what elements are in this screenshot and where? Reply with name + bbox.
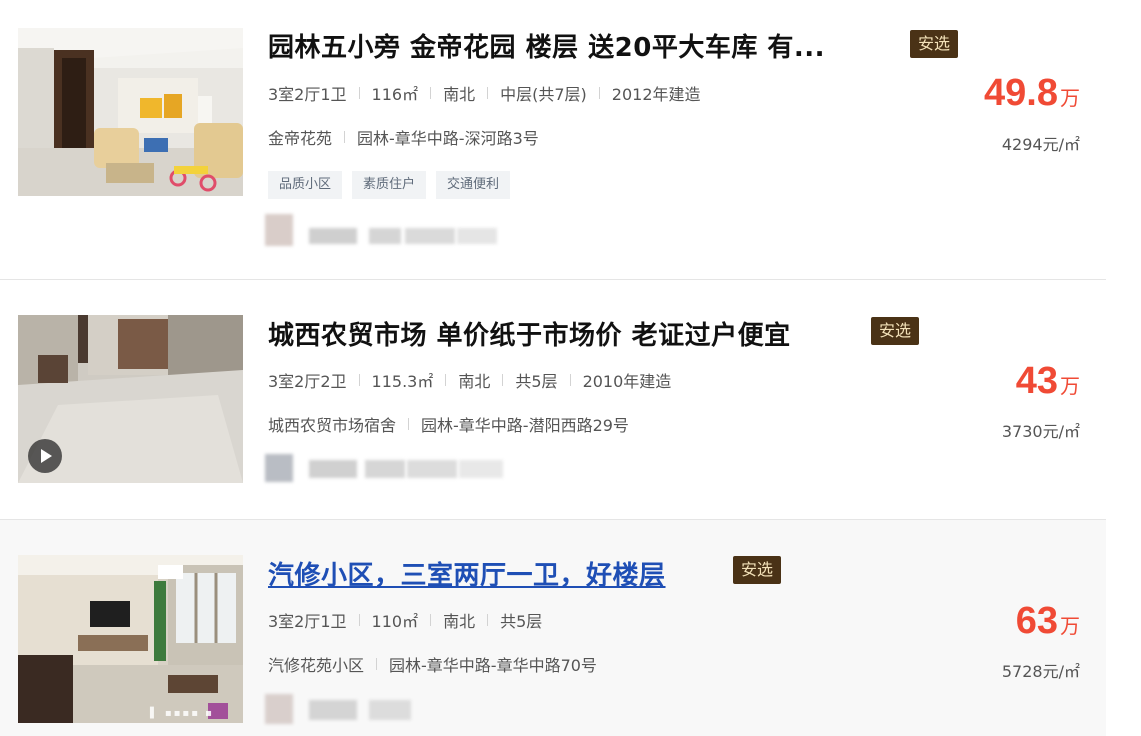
tag: 品质小区 [268, 171, 343, 199]
price-number: 43 [1015, 360, 1058, 402]
divider [487, 614, 489, 626]
built-year-text: 2010年建造 [582, 372, 672, 391]
divider [358, 374, 360, 386]
tag: 交通便利 [436, 171, 511, 199]
price-number: 49.8 [984, 72, 1058, 114]
orientation-text: 南北 [443, 85, 476, 104]
listing-title[interactable]: 城西农贸市场 单价纸于市场价 老证过户便宜 [268, 315, 791, 352]
unit-price: 5728元/㎡ [1001, 662, 1080, 681]
area-text: 110㎡ [371, 612, 419, 631]
unit-price: 3730元/㎡ [1001, 422, 1080, 441]
price-unit: 万 [1060, 374, 1080, 398]
listing-card-1[interactable]: 园林五小旁 金帝花园 楼层 送20平大车库 有... 安选 3室2厅1卫 116… [0, 0, 1106, 280]
divider [502, 374, 504, 386]
location-text: 园林-章华中路-潜阳西路29号 [421, 416, 629, 435]
orientation-text: 南北 [443, 612, 476, 631]
listing-info: 3室2厅1卫 116㎡ 南北 中层(共7层) 2012年建造 [268, 81, 701, 105]
listing-address: 城西农贸市场宿舍 园林-章华中路-潜阳西路29号 [268, 412, 629, 436]
floor-text: 中层(共7层) [500, 85, 587, 104]
layout-text: 3室2厅2卫 [268, 372, 347, 391]
listing-card-3[interactable]: ▌ ▪▪▪▪ ▪ 汽修小区，三室两厅一卫，好楼层 安选 3室2厅1卫 110㎡ … [0, 520, 1106, 736]
divider [598, 87, 600, 99]
anxuan-badge: 安选 [871, 317, 920, 345]
divider [358, 614, 360, 626]
location-text: 园林-章华中路-章华中路70号 [389, 656, 597, 675]
divider [376, 658, 378, 670]
community-link[interactable]: 汽修花苑小区 [268, 652, 364, 676]
divider [408, 418, 410, 430]
layout-text: 3室2厅1卫 [268, 612, 347, 631]
divider [358, 87, 360, 99]
divider [487, 87, 489, 99]
divider [445, 374, 447, 386]
listing-title[interactable]: 汽修小区，三室两厅一卫，好楼层 [268, 555, 666, 592]
built-year-text: 2012年建造 [611, 85, 701, 104]
listing-card-2[interactable]: 城西农贸市场 单价纸于市场价 老证过户便宜 安选 3室2厅2卫 115.3㎡ 南… [0, 280, 1106, 520]
floor-text: 共5层 [500, 612, 543, 631]
listing-title[interactable]: 园林五小旁 金帝花园 楼层 送20平大车库 有... [268, 27, 888, 64]
unit-price: 4294元/㎡ [1001, 135, 1080, 154]
price-unit: 万 [1060, 86, 1080, 110]
anxuan-badge: 安选 [733, 556, 782, 584]
listing-list: 园林五小旁 金帝花园 楼层 送20平大车库 有... 安选 3室2厅1卫 116… [0, 0, 1141, 736]
listing-address: 金帝花苑 园林-章华中路-深河路3号 [268, 125, 539, 149]
listing-info: 3室2厅1卫 110㎡ 南北 共5层 [268, 608, 542, 632]
listing-photo-1[interactable] [18, 28, 243, 196]
divider [344, 131, 346, 143]
listing-photo-3[interactable]: ▌ ▪▪▪▪ ▪ [18, 555, 243, 723]
anxuan-badge: 安选 [910, 30, 959, 58]
floor-text: 共5层 [515, 372, 558, 391]
location-text: 园林-章华中路-深河路3号 [357, 129, 539, 148]
divider [569, 374, 571, 386]
blurred-agent-info [265, 214, 515, 250]
community-link[interactable]: 城西农贸市场宿舍 [268, 412, 396, 436]
listing-info: 3室2厅2卫 115.3㎡ 南北 共5层 2010年建造 [268, 368, 671, 392]
tag: 素质住户 [352, 171, 427, 199]
community-link[interactable]: 金帝花苑 [268, 125, 332, 149]
area-text: 116㎡ [371, 85, 419, 104]
price-number: 63 [1015, 600, 1058, 642]
blurred-agent-info [265, 448, 515, 484]
total-price: 63 万 [1016, 600, 1080, 643]
tag-list: 品质小区 素质住户 交通便利 [268, 171, 511, 199]
area-text: 115.3㎡ [371, 372, 434, 391]
layout-text: 3室2厅1卫 [268, 85, 347, 104]
total-price: 43 万 [1016, 360, 1080, 403]
watermark: ▌ ▪▪▪▪ ▪ [150, 708, 214, 719]
total-price: 49.8 万 [984, 72, 1080, 115]
listing-address: 汽修花苑小区 园林-章华中路-章华中路70号 [268, 652, 597, 676]
divider [430, 614, 432, 626]
orientation-text: 南北 [458, 372, 491, 391]
listing-photo-2[interactable] [18, 315, 243, 483]
blurred-agent-info [265, 688, 515, 724]
price-unit: 万 [1060, 614, 1080, 638]
play-icon[interactable] [28, 439, 62, 473]
divider [430, 87, 432, 99]
